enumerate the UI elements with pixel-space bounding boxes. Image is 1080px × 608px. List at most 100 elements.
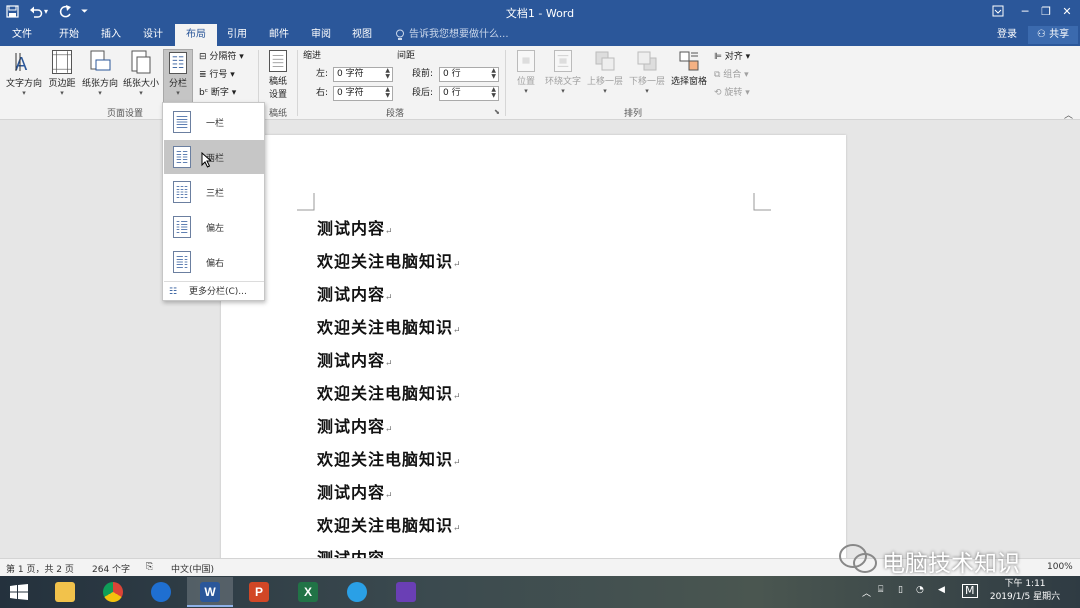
indent-left-input[interactable]: 0 字符 ▲ ▼ bbox=[333, 67, 393, 82]
tab-home[interactable]: 开始 bbox=[50, 24, 88, 46]
rotate-button[interactable]: ⟲ 旋转 ▾ bbox=[714, 86, 750, 100]
share-button[interactable]: ⚇ 共享 bbox=[1028, 26, 1078, 44]
arrange-group-label: 排列 bbox=[623, 109, 642, 119]
menu-item-label: 偏右 bbox=[206, 259, 225, 269]
spinner-arrows-icon[interactable]: ▲ ▼ bbox=[385, 68, 390, 80]
word-count[interactable]: 264 个字 bbox=[92, 562, 130, 575]
position-button[interactable]: 位置 ▾ bbox=[512, 50, 540, 95]
ribbon-display-icon[interactable] bbox=[992, 5, 1004, 17]
wrap-text-button[interactable]: 环绕文字 ▾ bbox=[543, 50, 583, 95]
start-icon[interactable] bbox=[10, 584, 28, 600]
clock[interactable]: 下午 1:11 2019/1/5 星期六 bbox=[985, 578, 1065, 604]
indent-left-value: 0 字符 bbox=[337, 69, 364, 79]
login-link[interactable]: 登录 bbox=[997, 24, 1017, 46]
line-numbers-button[interactable]: ≣ 行号 ▾ bbox=[199, 68, 235, 82]
align-button[interactable]: ⊫ 对齐 ▾ bbox=[714, 50, 750, 64]
document-line[interactable]: 欢迎关注电脑知识↵ bbox=[317, 446, 462, 470]
wifi-icon[interactable]: ◔ bbox=[916, 585, 924, 595]
taskbar-chrome[interactable] bbox=[90, 577, 136, 607]
paragraph-mark: ↵ bbox=[385, 425, 394, 435]
size-label: 纸张大小 bbox=[122, 79, 159, 89]
paragraph-dialog-launcher-icon[interactable]: ⬊ bbox=[494, 108, 500, 116]
tab-references[interactable]: 引用 bbox=[218, 24, 256, 46]
taskbar-edge[interactable] bbox=[334, 577, 380, 607]
taskbar-powerpoint[interactable]: P bbox=[236, 577, 282, 607]
text-direction-icon: A bbox=[15, 53, 28, 74]
input-method[interactable]: M bbox=[962, 584, 978, 598]
selection-pane-button[interactable]: 选择窗格 bbox=[668, 50, 710, 87]
margins-button[interactable]: 页边距 ▾ bbox=[45, 50, 79, 97]
taskbar-video-app[interactable] bbox=[383, 577, 429, 607]
tab-layout[interactable]: 布局 bbox=[175, 24, 217, 46]
send-backward-icon bbox=[637, 51, 657, 71]
page-count[interactable]: 第 1 页，共 2 页 bbox=[6, 562, 74, 575]
document-line[interactable]: 欢迎关注电脑知识↵ bbox=[317, 314, 462, 338]
menu-item-right-column[interactable]: 偏右 bbox=[164, 245, 264, 279]
zoom-level[interactable]: 100% bbox=[1047, 562, 1073, 572]
three-columns-icon bbox=[173, 181, 191, 203]
document-page[interactable]: 测试内容↵ 欢迎关注电脑知识↵ 测试内容↵ 欢迎关注电脑知识↵ 测试内容↵ 欢迎… bbox=[221, 135, 846, 558]
document-line[interactable]: 欢迎关注电脑知识↵ bbox=[317, 512, 462, 536]
menu-item-three-columns[interactable]: 三栏 bbox=[164, 175, 264, 209]
document-line[interactable]: 测试内容↵ bbox=[317, 215, 394, 239]
volume-icon[interactable]: ◀ bbox=[938, 585, 945, 595]
document-line[interactable]: 测试内容↵ bbox=[317, 413, 394, 437]
margins-label: 页边距 bbox=[48, 79, 76, 89]
orientation-button[interactable]: 纸张方向 ▾ bbox=[79, 50, 121, 97]
taskbar-app[interactable] bbox=[138, 577, 184, 607]
more-columns-item[interactable]: ☷ 更多分栏(C)... bbox=[164, 281, 264, 301]
tray-overflow-icon[interactable]: ︿ bbox=[862, 586, 871, 599]
spacing-before-input[interactable]: 0 行 ▲ ▼ bbox=[439, 67, 499, 82]
hyphenation-button[interactable]: bᶜ 断字 ▾ bbox=[199, 86, 236, 100]
document-line[interactable]: 欢迎关注电脑知识↵ bbox=[317, 380, 462, 404]
document-line[interactable]: 欢迎关注电脑知识↵ bbox=[317, 248, 462, 272]
columns-button[interactable]: 分栏 ▾ bbox=[163, 49, 193, 105]
tab-design[interactable]: 设计 bbox=[134, 24, 172, 46]
size-button[interactable]: 纸张大小 ▾ bbox=[121, 50, 161, 97]
paragraph-mark: ↵ bbox=[385, 227, 394, 237]
network-icon[interactable]: ⌸ bbox=[878, 585, 883, 595]
paragraph-mark: ↵ bbox=[385, 293, 394, 303]
document-line[interactable]: 测试内容↵ bbox=[317, 545, 394, 558]
close-button[interactable]: ✕ bbox=[1054, 3, 1080, 21]
hyphenation-icon: bᶜ bbox=[199, 88, 211, 98]
taskbar-file-explorer[interactable] bbox=[42, 577, 88, 607]
battery-icon[interactable]: ▯ bbox=[898, 585, 903, 595]
send-backward-button[interactable]: 下移一层 ▾ bbox=[627, 50, 667, 95]
tell-me-input[interactable]: 告诉我您想要做什么... bbox=[409, 24, 509, 46]
language[interactable]: 中文(中国) bbox=[171, 562, 214, 575]
taskbar-excel[interactable]: X bbox=[285, 577, 331, 607]
tab-insert[interactable]: 插入 bbox=[92, 24, 130, 46]
breaks-button[interactable]: ⊟ 分隔符 ▾ bbox=[199, 50, 244, 64]
collapse-ribbon-icon[interactable]: ︿ bbox=[1064, 108, 1073, 121]
crop-mark-top-right bbox=[753, 193, 771, 211]
tab-mailings[interactable]: 邮件 bbox=[260, 24, 298, 46]
breaks-icon: ⊟ bbox=[199, 52, 210, 62]
paragraph-mark: ↵ bbox=[453, 524, 462, 534]
document-line[interactable]: 测试内容↵ bbox=[317, 281, 394, 305]
document-line[interactable]: 测试内容↵ bbox=[317, 347, 394, 371]
menu-item-two-columns[interactable]: 两栏 bbox=[164, 140, 264, 174]
indent-right-input[interactable]: 0 字符 ▲ ▼ bbox=[333, 86, 393, 101]
menu-item-one-column[interactable]: 一栏 bbox=[164, 105, 264, 139]
bring-forward-button[interactable]: 上移一层 ▾ bbox=[585, 50, 625, 95]
tab-view[interactable]: 视图 bbox=[343, 24, 381, 46]
video-app-icon bbox=[396, 582, 416, 602]
proofing-icon[interactable]: ⎘ bbox=[146, 562, 153, 572]
spacing-after-value: 0 行 bbox=[443, 88, 461, 98]
spinner-arrows-icon[interactable]: ▲ ▼ bbox=[491, 68, 496, 80]
taskbar-word[interactable]: W bbox=[187, 577, 233, 607]
menu-item-left-column[interactable]: 偏左 bbox=[164, 210, 264, 244]
tab-file[interactable]: 文件 bbox=[3, 24, 41, 46]
edge-icon bbox=[347, 582, 367, 602]
manuscript-setting-button[interactable]: 稿纸 设置 bbox=[262, 50, 294, 100]
indent-right-value: 0 字符 bbox=[337, 88, 364, 98]
spinner-arrows-icon[interactable]: ▲ ▼ bbox=[491, 87, 496, 99]
spinner-arrows-icon[interactable]: ▲ ▼ bbox=[385, 87, 390, 99]
align-label: 对齐 bbox=[724, 52, 743, 62]
text-direction-button[interactable]: A 文字方向 ▾ bbox=[3, 50, 45, 97]
group-button[interactable]: ⧉ 组合 ▾ bbox=[714, 68, 749, 82]
document-line[interactable]: 测试内容↵ bbox=[317, 479, 394, 503]
spacing-after-input[interactable]: 0 行 ▲ ▼ bbox=[439, 86, 499, 101]
tab-review[interactable]: 审阅 bbox=[302, 24, 340, 46]
